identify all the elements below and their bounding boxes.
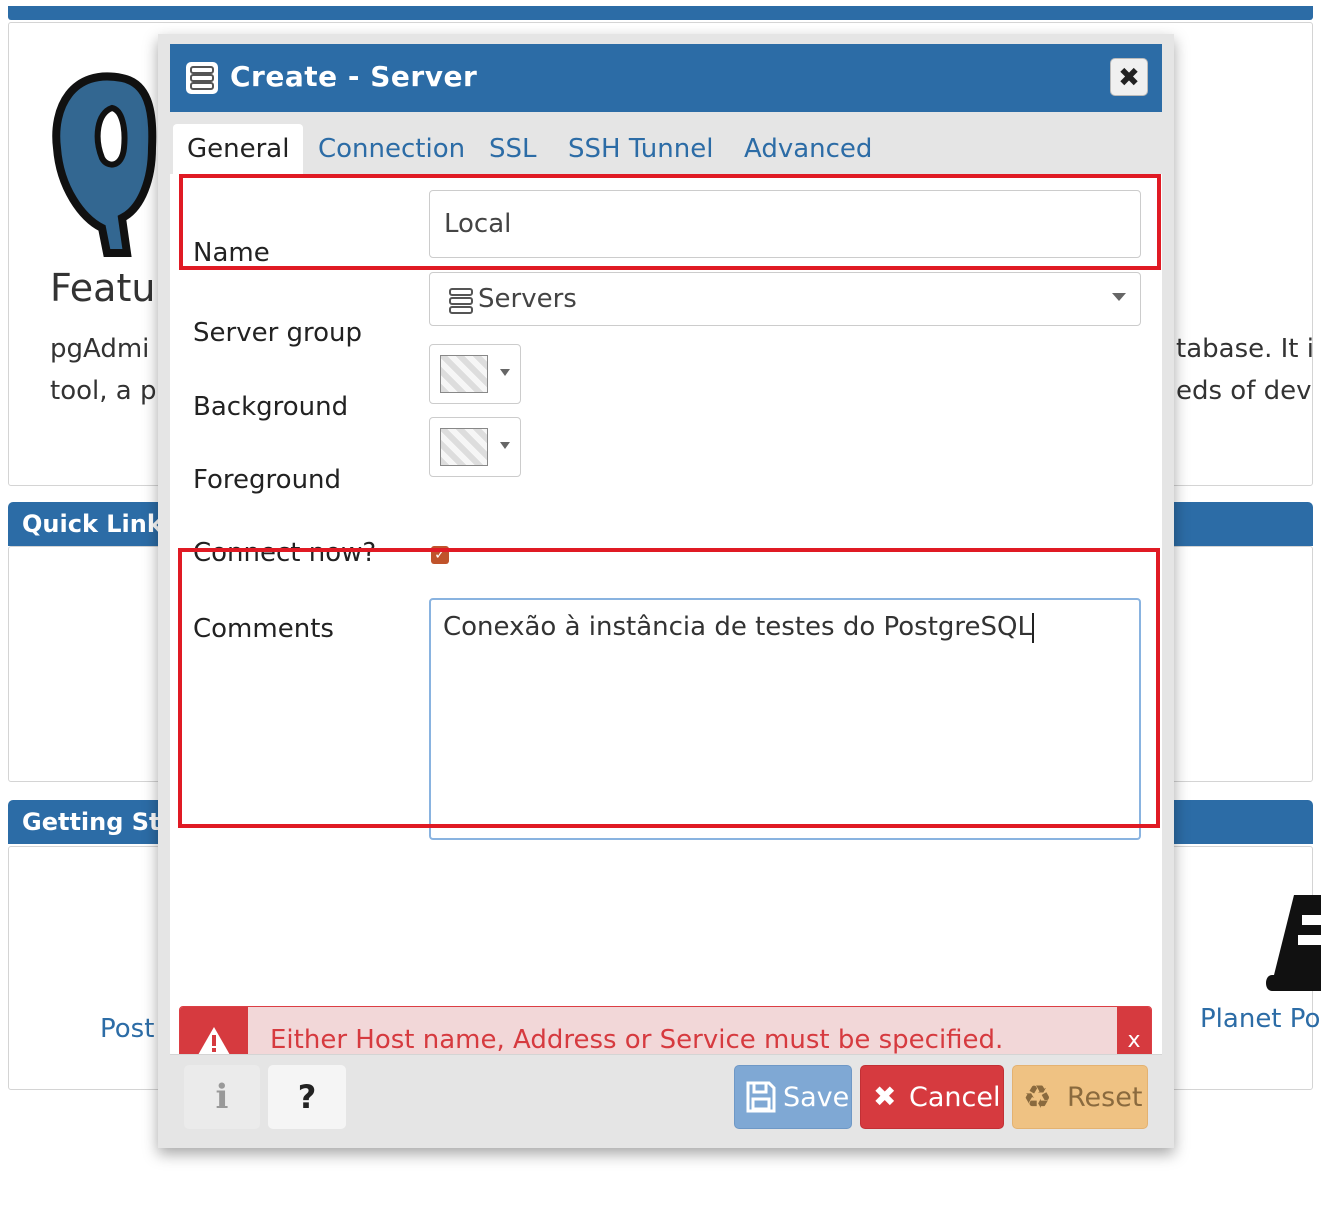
planet-postgresql-link[interactable]: Planet Po [1200,1004,1320,1034]
close-icon: ✖ [873,1080,897,1113]
info-button[interactable]: i [184,1065,260,1129]
close-icon[interactable]: ✖ [1110,58,1148,96]
create-server-dialog: Create - Server ✖ General Connection SSL… [158,34,1174,1148]
tab-ssh-tunnel[interactable]: SSH Tunnel [568,124,713,174]
postgresql-elephant-logo [52,72,157,257]
server-group-select[interactable]: Servers [429,272,1141,326]
reset-label: Reset [1067,1082,1143,1113]
book-icon [1266,895,1321,991]
features-title: Featu [50,266,156,310]
color-swatch-icon [440,355,488,393]
chevron-down-icon [1112,293,1126,301]
cancel-label: Cancel [909,1082,1001,1113]
dialog-titlebar[interactable]: Create - Server ✖ [170,44,1162,112]
dialog-tabs: General Connection SSL SSH Tunnel Advanc… [170,112,1162,174]
help-icon: ? [297,1078,317,1116]
tab-ssl[interactable]: SSL [489,124,537,174]
help-button[interactable]: ? [268,1065,346,1129]
server-group-label: Server group [193,318,363,348]
dialog-footer: i ? Save ✖ Cancel ♻ Reset [170,1054,1162,1141]
server-icon [186,62,218,94]
error-message: Either Host name, Address or Service mus… [270,1025,1004,1055]
comments-highlight-box [178,548,1160,828]
caret-down-icon [500,369,510,376]
features-text-left-2: tool, a pr [50,376,168,406]
background-color-picker[interactable] [429,344,521,404]
features-text-right-1: tabase. It i [1176,334,1314,364]
tab-general[interactable]: General [173,124,304,174]
color-swatch-icon [440,428,488,466]
tab-connection[interactable]: Connection [318,124,465,174]
background-label: Background [193,392,349,422]
postgresql-docs-link[interactable]: Post [100,1014,154,1044]
welcome-header-bar [8,6,1313,20]
cancel-button[interactable]: ✖ Cancel [860,1065,1004,1129]
foreground-label: Foreground [193,465,342,495]
server-group-value: Servers [478,284,577,314]
save-button[interactable]: Save [734,1065,852,1129]
server-group-icon [449,288,473,314]
recycle-icon: ♻ [1023,1078,1052,1116]
name-highlight-box [179,174,1161,270]
reset-button[interactable]: ♻ Reset [1012,1065,1148,1129]
features-text-right-2: eds of dev [1176,376,1312,406]
info-icon: i [215,1077,229,1117]
caret-down-icon [500,442,510,449]
save-icon [746,1081,776,1113]
general-tab-body: Name Local Server group Servers Backgrou… [170,174,1162,1054]
save-label: Save [783,1082,850,1113]
features-text-left-1: pgAdmi [50,334,150,364]
foreground-color-picker[interactable] [429,417,521,477]
dialog-title: Create - Server [230,60,478,93]
tab-advanced[interactable]: Advanced [744,124,872,174]
